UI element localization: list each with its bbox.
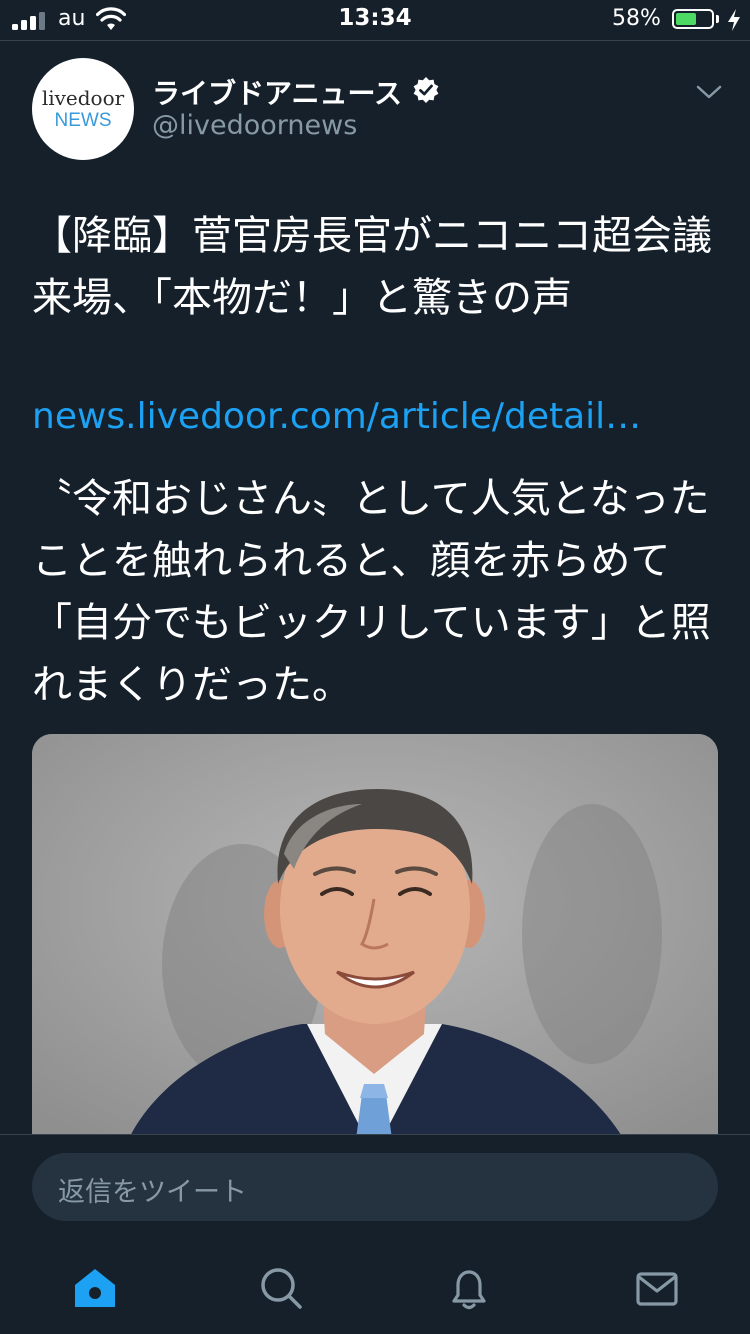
search-icon[interactable] (256, 1263, 306, 1313)
photo-illustration (32, 734, 718, 1154)
home-icon[interactable] (70, 1263, 120, 1313)
verified-badge-icon (413, 77, 439, 103)
bell-icon[interactable] (444, 1263, 494, 1313)
article-link[interactable]: news.livedoor.com/article/detail… (32, 396, 641, 437)
avatar-logo-bottom: NEWS (54, 110, 112, 131)
reply-input[interactable]: 返信をツイート (32, 1153, 718, 1221)
status-bar: au 13:34 58% (0, 0, 750, 41)
battery-icon (672, 9, 714, 29)
battery-level-fill (676, 13, 696, 25)
tweet-body-text: 〝令和おじさん〟として人気となったことを触れられると、顔を赤らめて「自分でもビッ… (32, 476, 711, 708)
bottom-tab-bar (0, 1253, 750, 1323)
tweet-photo[interactable] (32, 734, 718, 1154)
author-avatar[interactable]: livedoor NEWS (32, 58, 134, 160)
avatar-logo-top: livedoor (41, 86, 125, 110)
chevron-down-icon[interactable] (696, 82, 722, 102)
tweet-detail-screen: au 13:34 58% livedoor NEWS ライブドアニュース @li… (0, 0, 750, 1334)
reply-placeholder: 返信をツイート (58, 1177, 247, 1208)
reply-bar: 返信をツイート (0, 1134, 750, 1334)
battery-percentage: 58% (612, 6, 661, 31)
charging-bolt-icon (728, 9, 740, 31)
battery-cap (716, 15, 719, 23)
tweet-headline: 【降臨】菅官房長官がニコニコ超会議来場、「本物だ！」と驚きの声 (32, 213, 712, 321)
author-handle[interactable]: @livedoornews (152, 110, 357, 141)
author-display-name[interactable]: ライブドアニュース (152, 72, 402, 112)
mail-icon[interactable] (632, 1263, 682, 1313)
